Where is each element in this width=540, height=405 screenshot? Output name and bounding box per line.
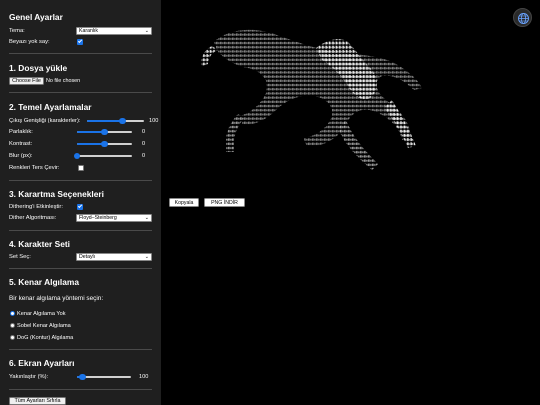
reset-all-button[interactable]: Tüm Ayarları Sıfırla — [9, 397, 66, 405]
ignore-white-label: Beyazı yok say: — [9, 39, 50, 45]
invert-label: Renkleri Ters Çevir: — [9, 165, 60, 171]
chevron-down-icon: ⌄ — [144, 215, 149, 221]
edge-option-none-label: Kenar Algılama Yok — [17, 311, 66, 317]
dither-algo-select[interactable]: Floyd–Steinberg ⌄ — [76, 214, 152, 222]
dither-enable-label: Dithering'i Etkinleştir: — [9, 204, 63, 210]
copy-button[interactable]: Kopyala — [169, 198, 199, 207]
charset-select-value: Detaylı — [79, 254, 96, 260]
brightness-value: 0 — [142, 128, 146, 135]
theme-label: Tema: — [9, 28, 25, 34]
zoom-slider[interactable] — [77, 373, 131, 380]
theme-select[interactable]: Karanlık ⌄ — [76, 27, 152, 35]
contrast-label: Kontrast: — [9, 141, 33, 147]
zoom-value: 100 — [139, 373, 149, 380]
invert-checkbox[interactable] — [78, 165, 84, 171]
general-settings-title: Genel Ayarlar — [9, 12, 63, 22]
blur-label: Blur (px): — [9, 153, 33, 159]
globe-icon — [518, 13, 529, 24]
choose-file-button[interactable]: Choose File — [9, 77, 44, 85]
png-download-button[interactable]: PNG İNDİR — [204, 198, 245, 207]
width-slider[interactable] — [87, 117, 144, 124]
edge-option-none-radio[interactable] — [10, 311, 15, 316]
edge-option-sobel-label: Sobel Kenar Algılama — [17, 323, 71, 329]
theme-select-value: Karanlık — [79, 28, 99, 34]
divider — [9, 349, 152, 350]
edge-option-dog-label: DoG (Kontur) Algılama — [17, 335, 74, 341]
ascii-art-output — [201, 29, 422, 170]
settings-sidebar: Genel Ayarlar Tema: Karanlık ⌄ Beyazı yo… — [0, 0, 161, 405]
divider — [9, 92, 152, 93]
brightness-label: Parlaklık: — [9, 129, 33, 135]
chevron-down-icon: ⌄ — [144, 28, 149, 34]
display-title: 6. Ekran Ayarları — [9, 358, 75, 368]
divider — [9, 389, 152, 390]
edge-title: 5. Kenar Algılama — [9, 277, 79, 287]
blur-slider[interactable] — [73, 152, 132, 159]
edge-prompt: Bir kenar algılama yöntemi seçin: — [9, 295, 104, 302]
zoom-label: Yakınlaştır (%): — [9, 374, 49, 380]
blur-value: 0 — [142, 152, 146, 159]
width-label: Çıkış Genişliği (karakterler): — [9, 118, 81, 124]
divider — [9, 230, 152, 231]
dither-algo-value: Floyd–Steinberg — [79, 215, 117, 221]
dither-algo-label: Dither Algoritması: — [9, 215, 57, 221]
language-button[interactable] — [513, 8, 532, 27]
charset-label: Set Seç: — [9, 254, 31, 260]
file-status: No file chosen — [46, 78, 81, 84]
dither-title: 3. Karartma Seçenekleri — [9, 189, 104, 199]
divider — [9, 180, 152, 181]
divider — [9, 53, 152, 54]
divider — [9, 268, 152, 269]
contrast-slider[interactable] — [77, 140, 132, 147]
brightness-slider[interactable] — [77, 128, 132, 135]
charset-select[interactable]: Detaylı ⌄ — [76, 253, 152, 261]
upload-title: 1. Dosya yükle — [9, 63, 68, 73]
contrast-value: 0 — [142, 140, 146, 147]
charset-title: 4. Karakter Seti — [9, 239, 70, 249]
chevron-down-icon: ⌄ — [144, 254, 149, 260]
edge-option-sobel-radio[interactable] — [10, 323, 15, 328]
edge-option-dog-radio[interactable] — [10, 335, 15, 340]
basic-settings-title: 2. Temel Ayarlamalar — [9, 102, 92, 112]
ignore-white-checkbox[interactable] — [77, 39, 83, 45]
width-value: 100 — [149, 117, 159, 124]
dither-enable-checkbox[interactable] — [77, 204, 83, 210]
